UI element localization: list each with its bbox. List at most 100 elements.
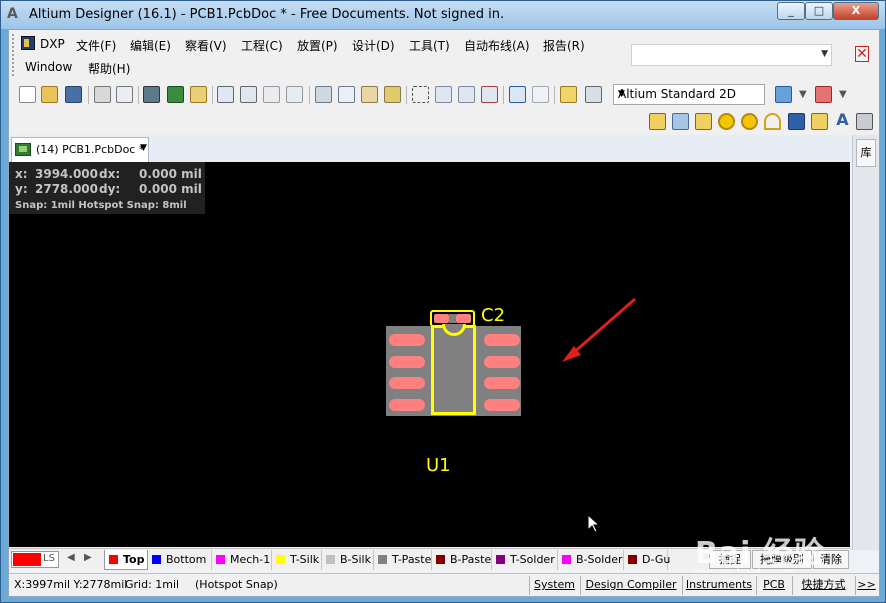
pcb-doc-icon — [15, 143, 31, 156]
chevron-down-icon[interactable]: ▼ — [140, 143, 147, 153]
zoom-select-icon[interactable] — [263, 86, 280, 103]
menu-help[interactable]: 帮助(H) — [88, 60, 130, 77]
window-title: Altium Designer (16.1) - PCB1.PcbDoc * -… — [29, 7, 505, 22]
clear-filter-icon[interactable] — [481, 86, 498, 103]
close-button[interactable]: X — [833, 2, 879, 20]
document-tab-strip: (14) PCB1.PcbDoc * ▼ — [9, 135, 850, 162]
copy-icon[interactable] — [338, 86, 355, 103]
layer-tab-b-paste[interactable]: B-Paste — [432, 550, 492, 570]
undo-icon[interactable] — [509, 86, 526, 103]
menu-tools[interactable]: 工具(T) — [409, 37, 450, 54]
current-layer-swatch — [13, 553, 41, 566]
view-mode-select[interactable]: Altium Standard 2D ▼ — [613, 84, 765, 105]
menu-window[interactable]: Window — [25, 60, 72, 74]
layer-tab-bottom[interactable]: Bottom — [148, 550, 212, 570]
redo-icon[interactable] — [532, 86, 549, 103]
open-icon[interactable] — [41, 86, 58, 103]
layer-tab-t-silk[interactable]: T-Silk — [272, 550, 322, 570]
new-icon[interactable] — [19, 86, 36, 103]
component-icon[interactable] — [856, 113, 873, 130]
diff-pair-icon[interactable] — [672, 113, 689, 130]
layer-set-icon[interactable] — [585, 86, 602, 103]
menu-file[interactable]: 文件(F) — [76, 37, 116, 54]
chevron-down-icon[interactable]: ▼ — [839, 89, 847, 100]
zoom-area-icon[interactable] — [217, 86, 234, 103]
zoom-fit-icon[interactable] — [240, 86, 257, 103]
menu-design[interactable]: 设计(D) — [352, 37, 395, 54]
toolbar-separator — [88, 86, 89, 104]
menu-edit[interactable]: 编辑(E) — [130, 37, 171, 54]
toolbar-combo[interactable]: ▼ — [631, 44, 832, 66]
3d-board-icon[interactable] — [143, 86, 160, 103]
fill-icon[interactable] — [788, 113, 805, 130]
layer-color-swatch — [628, 555, 637, 564]
panel-system-button[interactable]: System — [529, 576, 579, 595]
arc-icon[interactable] — [764, 113, 781, 130]
chevron-down-icon: ▼ — [821, 49, 828, 59]
select-color-icon[interactable] — [815, 86, 832, 103]
toolbar-separator — [212, 86, 213, 104]
toolbar-separator — [554, 86, 555, 104]
layer-tab-label: D-Gu — [642, 553, 671, 566]
minimize-button[interactable]: _ — [777, 2, 805, 20]
menu-dxp[interactable]: DXP — [40, 37, 65, 51]
pcb-canvas[interactable]: x: 3994.000 dx: 0.000 mil y: 2778.000 dy: 0.00… — [9, 162, 850, 547]
tab-pcb1-pcbdoc[interactable]: (14) PCB1.PcbDoc * ▼ — [11, 137, 149, 162]
maximize-button[interactable]: □ — [805, 2, 833, 20]
pad-icon[interactable] — [741, 113, 758, 130]
rubber-stamp-icon[interactable] — [384, 86, 401, 103]
dxp-icon[interactable] — [21, 36, 35, 50]
deselect-icon[interactable] — [458, 86, 475, 103]
route-icon[interactable] — [649, 113, 666, 130]
layer-tab-t-paste[interactable]: T-Paste — [374, 550, 432, 570]
multi-route-icon[interactable] — [695, 113, 712, 130]
print-preview-icon[interactable] — [116, 86, 133, 103]
menu-view[interactable]: 察看(V) — [185, 37, 227, 54]
panel-instruments-button[interactable]: Instruments — [682, 576, 755, 595]
layer-tab-mech-1[interactable]: Mech-1 — [212, 550, 272, 570]
toolbar-separator — [138, 86, 139, 104]
title-bar[interactable]: A Altium Designer (16.1) - PCB1.PcbDoc *… — [1, 1, 885, 29]
move-icon[interactable] — [435, 86, 452, 103]
layer-tab-d-gu[interactable]: D-Gu — [624, 550, 671, 570]
layer-tab-t-solder[interactable]: T-Solder — [492, 550, 558, 570]
layer-tab-label: B-Solder — [576, 553, 623, 566]
menu-project[interactable]: 工程(C) — [241, 37, 283, 54]
chevron-right-icon[interactable]: ▶ — [84, 552, 92, 563]
zoom-filter-icon[interactable] — [286, 86, 303, 103]
save-icon[interactable] — [65, 86, 82, 103]
cross-probe-icon[interactable] — [560, 86, 577, 103]
menu-reports[interactable]: 报告(R) — [543, 37, 585, 54]
layer-tab-b-silk[interactable]: B-Silk — [322, 550, 374, 570]
panel-shortcuts-button[interactable]: 快捷方式 — [792, 576, 854, 595]
menu-autoroute[interactable]: 自动布线(A) — [464, 37, 530, 54]
chevron-left-icon[interactable]: ◀ — [67, 552, 75, 563]
menu-grip[interactable] — [12, 34, 15, 76]
side-panel-strip: 库 — [852, 135, 879, 550]
mouse-cursor-icon — [587, 514, 601, 533]
select-area-icon[interactable] — [412, 86, 429, 103]
annotation-arrow-icon — [562, 297, 636, 362]
panel-more-button[interactable]: >> — [855, 576, 877, 595]
layer-tab-top[interactable]: Top — [104, 550, 148, 570]
select-layer-icon[interactable] — [775, 86, 792, 103]
panel-pcb-button[interactable]: PCB — [756, 576, 791, 595]
layer-set-selector[interactable]: LS — [11, 551, 59, 568]
polygon-icon[interactable] — [811, 113, 828, 130]
text-icon[interactable]: A — [834, 111, 851, 128]
via-icon[interactable] — [718, 113, 735, 130]
panel-design-compiler-button[interactable]: Design Compiler — [580, 576, 681, 595]
menu-place[interactable]: 放置(P) — [297, 37, 338, 54]
cut-icon[interactable] — [315, 86, 332, 103]
close-doc-icon[interactable]: ✕ — [855, 46, 869, 62]
print-icon[interactable] — [94, 86, 111, 103]
paste-icon[interactable] — [361, 86, 378, 103]
ls-label: LS — [43, 553, 55, 564]
pcb-icon[interactable] — [167, 86, 184, 103]
chevron-down-icon[interactable]: ▼ — [799, 89, 807, 100]
layer-tab-b-solder[interactable]: B-Solder — [558, 550, 624, 570]
layer-color-swatch — [378, 555, 387, 564]
toolbar-separator — [503, 86, 504, 104]
library-panel-button[interactable]: 库 — [856, 139, 876, 167]
folder-icon[interactable] — [190, 86, 207, 103]
